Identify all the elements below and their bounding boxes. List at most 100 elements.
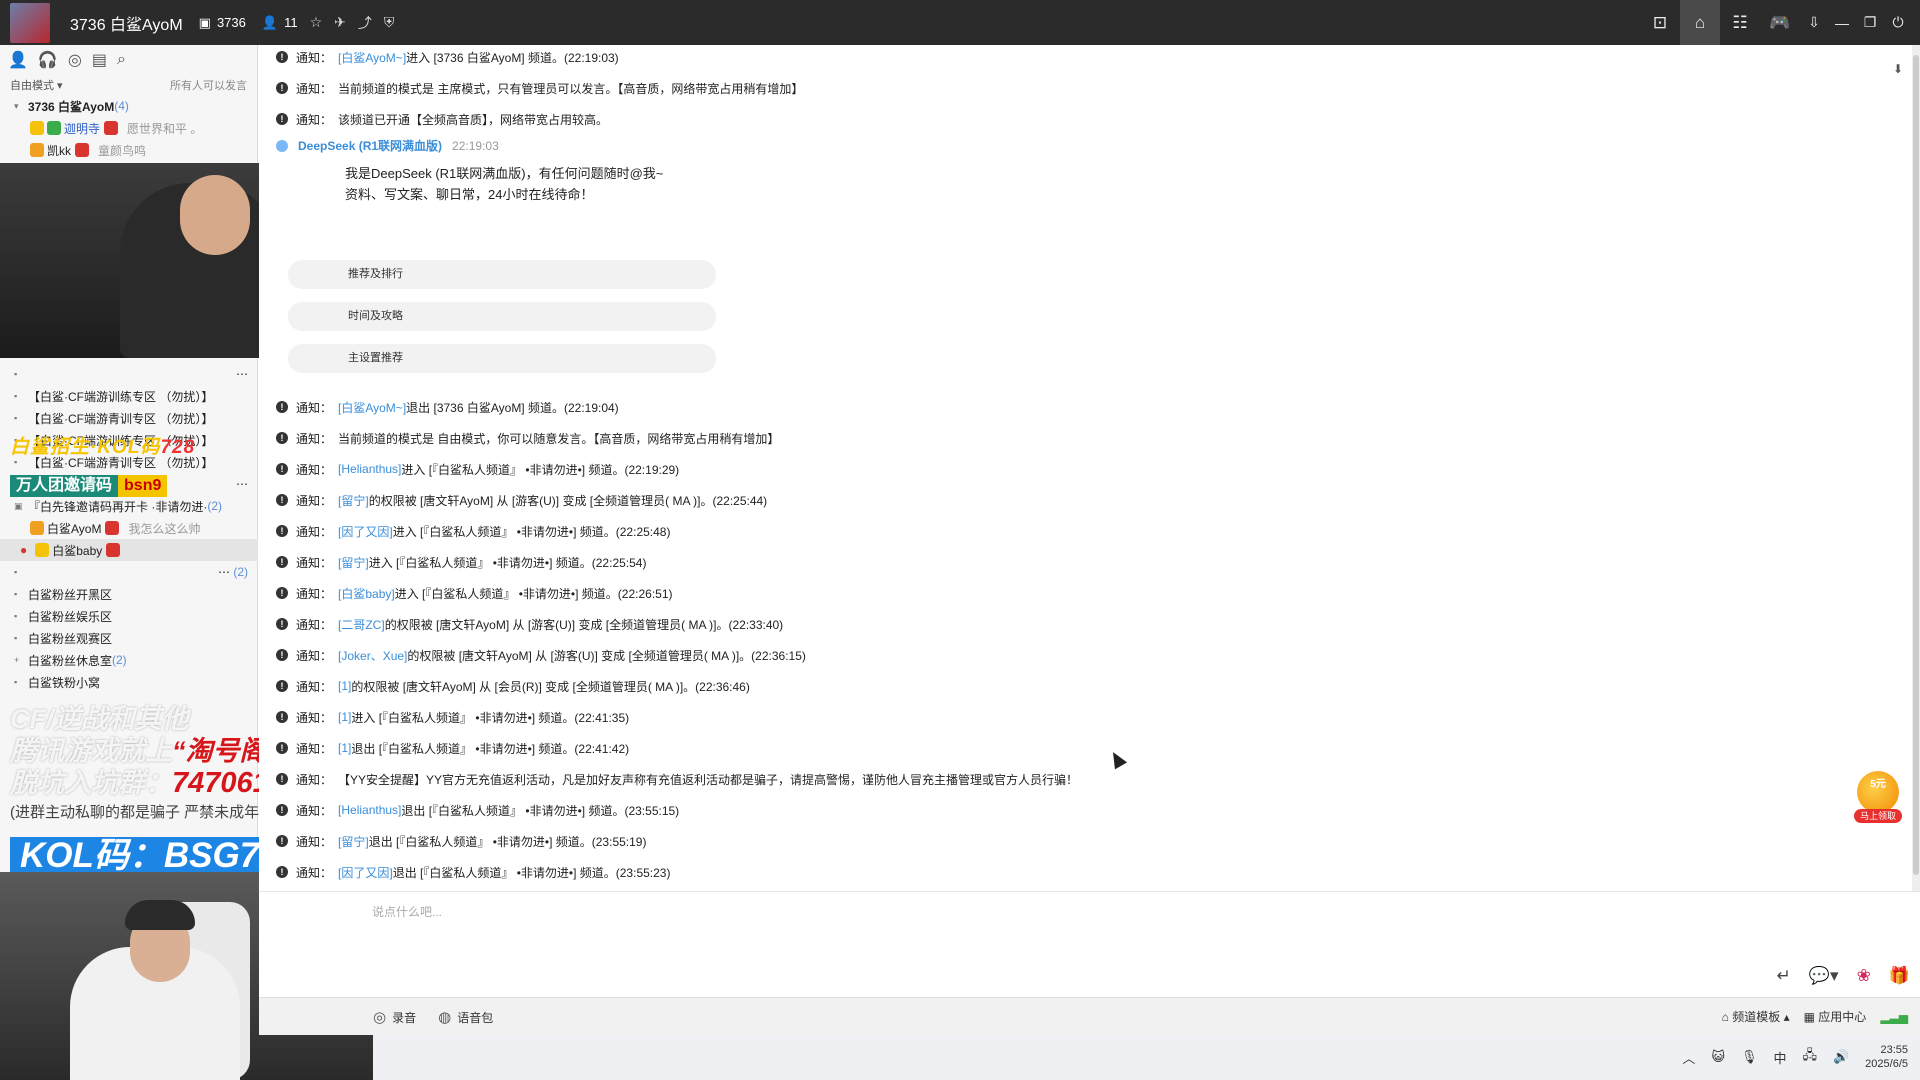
power-button[interactable]: ⏻ — [1884, 0, 1912, 45]
msg-user[interactable]: [Helianthus] — [338, 803, 401, 817]
deepseek-name[interactable]: DeepSeek (R1联网满血版) — [298, 137, 442, 154]
deepseek-suggestion[interactable]: 推荐及排行 — [288, 260, 716, 289]
clock[interactable]: 23:55 2025/6/5 — [1865, 1043, 1908, 1071]
location-icon[interactable]: ◎ — [68, 50, 82, 70]
user-icon[interactable]: 👤 — [8, 50, 28, 70]
channel-root-count: (4) — [114, 99, 129, 113]
flower-icon[interactable]: ❀ — [1857, 966, 1871, 986]
folder-count: (2) — [233, 565, 248, 579]
gift-icon[interactable]: 🎁 — [1889, 966, 1910, 986]
msg-user[interactable]: [Helianthus] — [338, 462, 401, 476]
more-icon[interactable]: ⋯ (2) — [218, 565, 248, 579]
tree-user[interactable]: 凯kk 童颜鸟鸣 — [0, 139, 257, 161]
chat-message: ! 通知： [白鲨AyoM~] 退出 [3736 白鲨AyoM] 频道。(22:19… — [276, 396, 619, 418]
download-icon[interactable]: ⇩ — [1800, 0, 1828, 45]
more-icon[interactable]: ⋯ — [236, 367, 248, 381]
notes-icon[interactable]: ▤ — [92, 50, 107, 70]
microphone-icon[interactable]: 🎙 — [1741, 1049, 1758, 1065]
msg-user[interactable]: [二哥ZC] — [338, 616, 385, 633]
home-icon[interactable]: ⌂ — [1680, 0, 1720, 45]
chat-scrollbar[interactable] — [1912, 45, 1920, 891]
list-icon[interactable]: ☷ — [1720, 0, 1760, 45]
chevron-up-icon[interactable]: ︿ — [1682, 1048, 1695, 1067]
more-icon[interactable]: ⋯ — [236, 477, 248, 491]
channel-label: 白鲨粉丝休息室 — [28, 653, 113, 668]
share-icon[interactable]: ⤴ — [358, 13, 372, 33]
voice-pack-button[interactable]: ◍ 语音包 — [438, 1008, 493, 1026]
msg-user[interactable]: [1] — [338, 741, 351, 755]
tree-channel-root[interactable]: ▾ 3736 白鲨AyoM (4) — [0, 95, 257, 117]
plane-icon[interactable]: ✈ — [334, 14, 346, 31]
gift-floating-widget[interactable]: 5元 马上领取 — [1853, 771, 1903, 826]
search-icon[interactable]: ⌕ — [117, 51, 126, 69]
network-icon[interactable]: 🖧 — [1802, 1046, 1817, 1068]
tree-private-channel[interactable]: ▣ 『白先锋邀请码再开卡 ·非请勿进· (2) — [0, 495, 258, 517]
expand-icon[interactable]: ▾ — [14, 101, 28, 112]
crown-icon — [105, 521, 120, 535]
channel-template-button[interactable]: ⌂ 频道模板 ▴ — [1722, 1008, 1790, 1025]
video-icon[interactable]: ⊡ — [1640, 0, 1680, 45]
channel-avatar[interactable] — [10, 2, 50, 43]
tree-user[interactable]: 迦明寺 愿世界和平 。 — [0, 117, 257, 139]
restore-button[interactable]: ❐ — [1856, 0, 1884, 45]
tree-channel[interactable]: ▪ 白鲨粉丝观赛区 — [0, 627, 258, 649]
expand-icon[interactable]: ▪ — [14, 369, 28, 379]
deepseek-suggestion[interactable]: 主设置推荐 — [288, 344, 716, 373]
tree-channel[interactable]: ▪ 白鲨粉丝开黑区 — [0, 583, 258, 605]
notice-icon: ! — [276, 618, 288, 630]
tree-user-selected[interactable]: ● 白鲨baby — [0, 539, 258, 561]
deepseek-suggestion[interactable]: 时间及攻略 — [288, 302, 716, 331]
minimize-button[interactable]: — — [1828, 0, 1856, 45]
channel-label: 白鲨铁粉小窝 — [28, 675, 101, 690]
send-icon[interactable]: ↵ — [1777, 966, 1791, 986]
tree-folder[interactable]: ▪ ⋯ (2) — [0, 561, 258, 583]
tree-channel[interactable]: ▪ 【白鲨·CF端游训练专区 （勿扰）】 — [0, 385, 258, 407]
emoji-bubble-icon[interactable]: 💬▾ — [1809, 966, 1839, 986]
record-button[interactable]: ◎ 录音 — [373, 1008, 416, 1026]
msg-text: 进入 [『白鲨私人频道』 •非请勿进•] 频道。(22:25:54) — [368, 555, 647, 570]
scroll-down-icon[interactable]: ⬇ — [1893, 62, 1903, 76]
notice-icon: ! — [276, 401, 288, 413]
tree-user[interactable]: 白鲨AyoM 我怎么这么帅 — [0, 517, 258, 539]
online-count[interactable]: 👤 11 — [262, 15, 298, 31]
tree-channel[interactable]: ▪ 【白鲨·CF端游青训专区 （勿扰）】 — [0, 407, 258, 429]
msg-text: 当前频道的模式是 主席模式，只有管理员可以发言。【高音质，网络带宽占用稍有增加】 — [338, 81, 804, 96]
vip-badge-icon — [30, 121, 44, 135]
msg-user[interactable]: [Joker、Xue] — [338, 647, 407, 664]
volume-icon[interactable]: 🔊 — [1833, 1049, 1849, 1065]
collapse-icon[interactable]: ▣ — [14, 501, 28, 512]
msg-user[interactable]: [留宁] — [338, 554, 369, 571]
msg-user[interactable]: [1] — [338, 710, 351, 724]
tree-folder[interactable]: ▪ ⋯ — [0, 363, 258, 385]
expand-plus-icon[interactable]: + — [14, 655, 28, 665]
gamepad-icon[interactable]: 🎮 — [1760, 0, 1800, 45]
msg-user[interactable]: [白鲨AyoM~] — [338, 399, 406, 416]
mode-dropdown[interactable]: 自由模式 ▾ — [10, 77, 63, 93]
msg-user[interactable]: [因了又因] — [338, 864, 393, 881]
msg-user[interactable]: [留宁] — [338, 492, 369, 509]
shield-icon[interactable]: ⛨ — [384, 14, 395, 31]
notice-icon: ! — [276, 649, 288, 661]
player-hair — [125, 900, 195, 930]
titlebar-right: ⊡ ⌂ ☷ 🎮 ⇩ — ❐ ⏻ — [1640, 0, 1912, 45]
notice-icon: ! — [276, 587, 288, 599]
msg-user[interactable]: [1] — [338, 679, 351, 693]
msg-user[interactable]: [因了又因] — [338, 523, 393, 540]
ime-indicator[interactable]: 中 — [1773, 1048, 1786, 1067]
msg-user[interactable]: [白鲨AyoM~] — [338, 49, 406, 66]
scrollbar-thumb[interactable] — [1913, 55, 1919, 875]
chat-message: ! 通知： [留宁] 的权限被 [唐文轩AyoM] 从 [游客(U)] 变成 [全频… — [276, 489, 767, 511]
tray-app-icon[interactable]: 😺 — [1711, 1049, 1725, 1065]
message-input-area[interactable] — [259, 891, 1920, 997]
person-icon: 👤 — [261, 14, 279, 30]
message-input-placeholder[interactable]: 说点什么吧... — [372, 903, 442, 920]
tree-channel[interactable]: ▪ 白鲨铁粉小窝 — [0, 671, 258, 693]
app-center-button[interactable]: ▦ 应用中心 — [1804, 1008, 1867, 1025]
msg-user[interactable]: [白鲨baby] — [338, 585, 395, 602]
star-icon[interactable]: ☆ — [310, 14, 323, 31]
headset-icon[interactable]: 🎧 — [38, 50, 58, 70]
private-channel-count: (2) — [207, 499, 222, 513]
msg-user[interactable]: [留宁] — [338, 833, 369, 850]
tree-channel[interactable]: + 白鲨粉丝休息室 (2) — [0, 649, 258, 671]
tree-channel[interactable]: ▪ 白鲨粉丝娱乐区 — [0, 605, 258, 627]
